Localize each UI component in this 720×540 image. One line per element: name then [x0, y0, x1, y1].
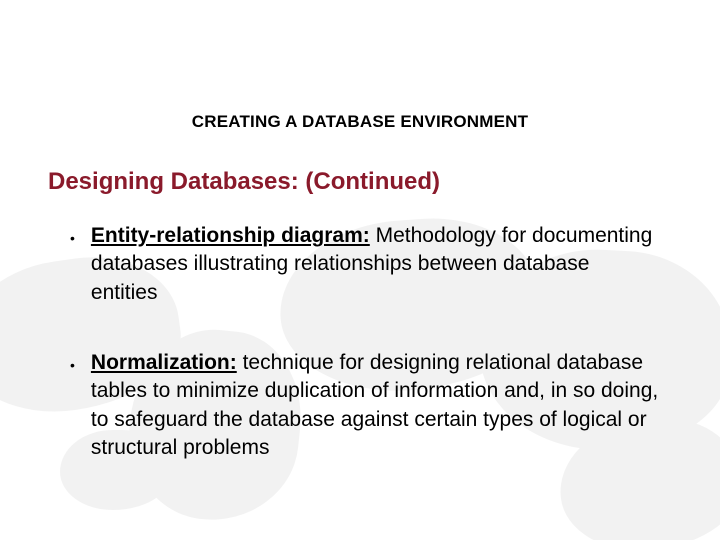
slide: CREATING A DATABASE ENVIRONMENT Designin…: [0, 0, 720, 540]
bullet-term: Normalization:: [91, 351, 237, 374]
bullet-icon: •: [70, 358, 75, 372]
list-item: • Normalization: technique for designing…: [70, 349, 660, 462]
bullet-list: • Entity-relationship diagram: Methodolo…: [70, 222, 660, 504]
slide-header: CREATING A DATABASE ENVIRONMENT: [0, 112, 720, 132]
bullet-icon: •: [70, 231, 75, 245]
bullet-text: Normalization: technique for designing r…: [91, 349, 660, 462]
bullet-text: Entity-relationship diagram: Methodology…: [91, 222, 660, 307]
section-title: Designing Databases: (Continued): [48, 168, 440, 196]
list-item: • Entity-relationship diagram: Methodolo…: [70, 222, 660, 307]
bullet-term: Entity-relationship diagram:: [91, 224, 370, 247]
